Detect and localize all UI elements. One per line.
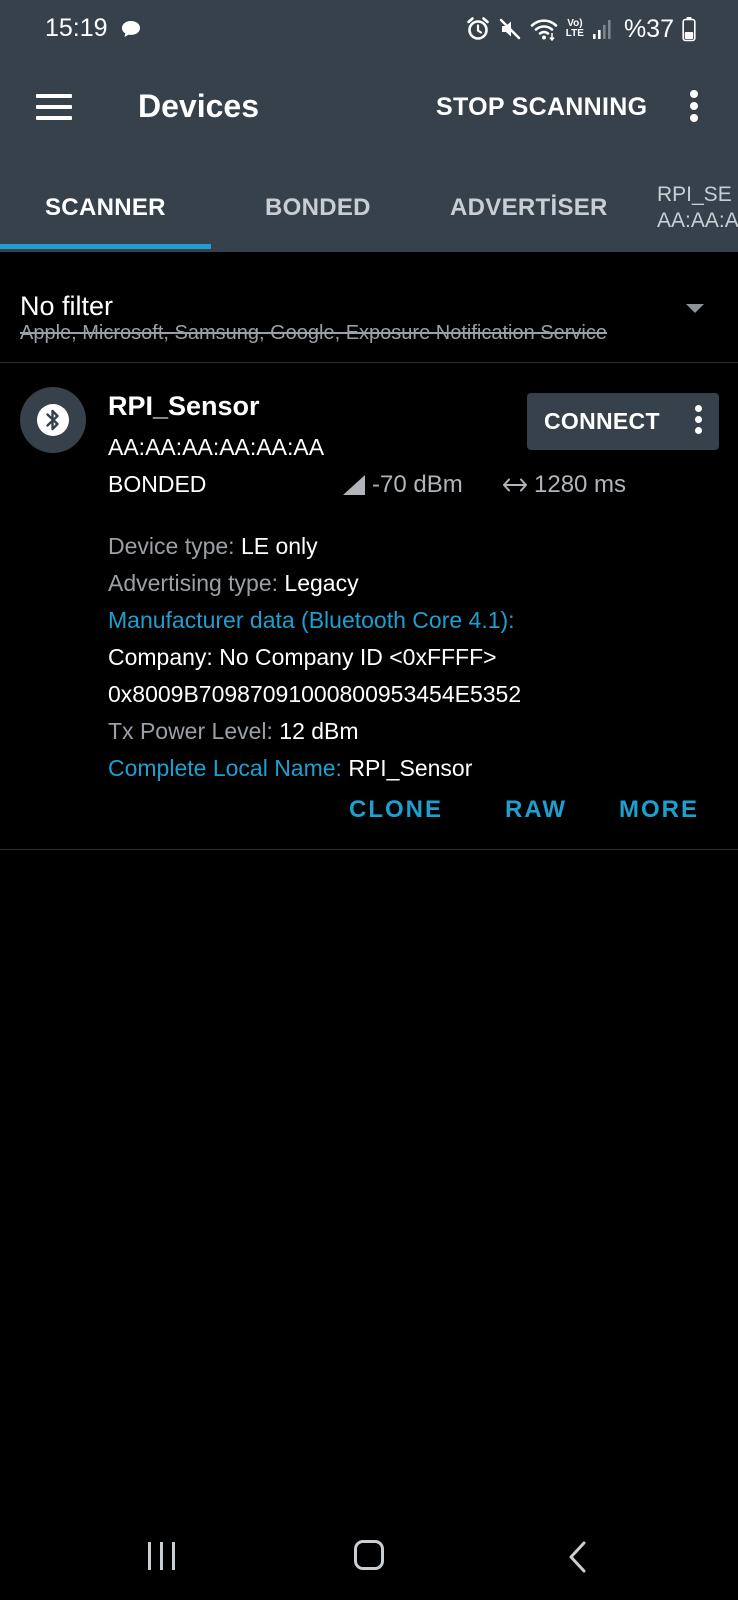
filter-subtitle: Apple, Microsoft, Samsung, Google, Expos… <box>20 322 607 344</box>
status-bar: 15:19 Vo) LTE %37 <box>0 0 738 58</box>
device-type-value: LE only <box>240 533 318 559</box>
filter-dropdown[interactable]: No filter Apple, Microsoft, Samsung, Goo… <box>0 282 738 362</box>
interval-arrows-icon <box>503 478 527 492</box>
connect-label: CONNECT <box>544 408 660 434</box>
battery-percent: %37 <box>623 14 674 43</box>
tab-rpi-sensor-name: RPI_SE <box>657 183 732 206</box>
tab-scanner[interactable]: SCANNER <box>45 194 166 222</box>
raw-button[interactable]: RAW <box>505 796 567 824</box>
tx-power-value: 12 dBm <box>279 718 359 744</box>
device-card[interactable]: RPI_Sensor AA:AA:AA:AA:AA:AA BONDED -70 … <box>0 363 738 848</box>
filter-title: No filter <box>20 291 114 321</box>
rssi-readout: -70 dBm <box>342 471 463 499</box>
local-name-value: RPI_Sensor <box>348 755 473 781</box>
alarm-icon <box>466 17 489 40</box>
local-name-label: Complete Local Name: <box>108 755 342 781</box>
tab-rpi-sensor-address: AA:AA:A <box>657 209 738 232</box>
status-icons: Vo) LTE %37 <box>466 12 696 46</box>
device-type-row: Device type: LE only <box>108 533 318 560</box>
rssi-value: -70 dBm <box>372 471 463 498</box>
more-button[interactable]: MORE <box>619 796 699 824</box>
device-name: RPI_Sensor <box>108 391 260 421</box>
tx-power-row: Tx Power Level: 12 dBm <box>108 718 359 745</box>
manufacturer-hex-value: 0x8009B70987091000800953454E5352 <box>108 681 522 707</box>
lte-label: LTE <box>565 28 584 39</box>
hamburger-menu-icon[interactable] <box>36 94 72 120</box>
battery-icon <box>682 17 696 42</box>
dropdown-arrow-icon <box>686 304 704 313</box>
manufacturer-hex-row: 0x8009B70987091000800953454E5352 <box>108 681 521 708</box>
volte-icon: Vo) LTE <box>566 19 584 39</box>
connect-button[interactable]: CONNECT <box>527 393 719 450</box>
bluetooth-icon <box>46 409 59 431</box>
advertising-type-label: Advertising type: <box>108 570 279 596</box>
local-name-row: Complete Local Name: RPI_Sensor <box>108 755 472 782</box>
chat-bubble-icon <box>122 21 140 37</box>
wifi-icon <box>530 19 558 41</box>
device-address: AA:AA:AA:AA:AA:AA <box>108 434 325 460</box>
manufacturer-data-label: Manufacturer data (Bluetooth Core 4.1): <box>108 607 515 633</box>
advertising-type-value: Legacy <box>284 570 359 596</box>
bluetooth-avatar <box>20 387 86 453</box>
tx-power-label: Tx Power Level: <box>108 718 273 744</box>
advertising-type-row: Advertising type: Legacy <box>108 570 359 597</box>
signal-icon <box>592 20 611 39</box>
bond-state: BONDED <box>108 471 207 497</box>
tab-bonded[interactable]: BONDED <box>265 194 371 222</box>
company-value: Company: No Company ID <0xFFFF> <box>108 644 497 670</box>
interval-value: 1280 ms <box>534 471 627 498</box>
system-nav-bar <box>0 1520 738 1600</box>
company-row: Company: No Company ID <0xFFFF> <box>108 644 497 671</box>
recent-apps-icon[interactable] <box>148 1542 178 1570</box>
manufacturer-data-row: Manufacturer data (Bluetooth Core 4.1): <box>108 607 515 634</box>
interval-readout: 1280 ms <box>502 471 626 499</box>
clone-button[interactable]: CLONE <box>349 796 443 824</box>
tab-advertiser[interactable]: ADVERTİSER <box>450 194 608 222</box>
stop-scanning-button[interactable]: STOP SCANNING <box>436 93 647 122</box>
page-title: Devices <box>138 88 259 124</box>
device-type-label: Device type: <box>108 533 235 559</box>
tab-bar: SCANNER BONDED ADVERTİSER RPI_SE AA:AA:A <box>0 172 738 252</box>
divider <box>0 849 738 850</box>
tab-indicator <box>0 244 211 249</box>
app-header: 15:19 Vo) LTE %37 Devices STOP SCANNING … <box>0 0 738 252</box>
mute-icon <box>499 18 520 40</box>
tab-rpi-sensor[interactable]: RPI_SE AA:AA:A <box>657 182 738 234</box>
home-icon[interactable] <box>354 1540 384 1570</box>
toolbar: Devices STOP SCANNING <box>0 72 738 148</box>
device-more-icon[interactable] <box>693 405 703 439</box>
back-icon[interactable] <box>566 1540 590 1574</box>
status-time: 15:19 <box>45 14 108 42</box>
overflow-menu-icon[interactable] <box>688 90 700 124</box>
signal-strength-icon <box>343 475 365 495</box>
